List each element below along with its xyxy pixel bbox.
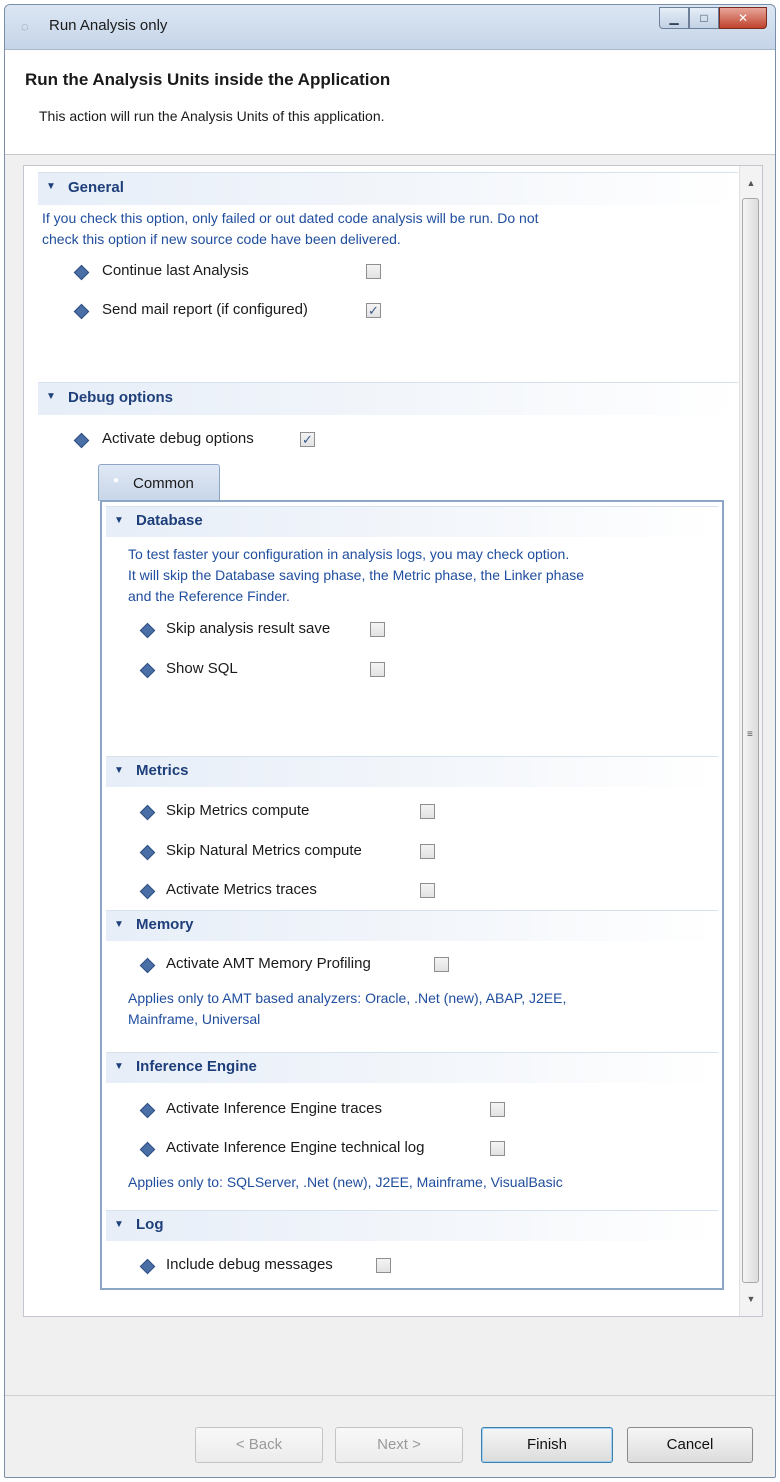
bullet-diamond-icon [73, 303, 90, 320]
option-activate-metrics-traces-label: Activate Metrics traces [166, 881, 317, 898]
section-inference-engine[interactable]: ▼ Inference Engine [106, 1052, 718, 1083]
tab-common[interactable]: ● Common [98, 464, 220, 501]
inference-note: Applies only to: SQLServer, .Net (new), … [128, 1174, 563, 1190]
skip-analysis-result-save-checkbox[interactable] [370, 622, 385, 637]
bullet-diamond-icon [139, 804, 156, 821]
collapse-triangle-icon[interactable]: ▼ [46, 181, 56, 192]
activate-amt-memory-profiling-checkbox[interactable] [434, 957, 449, 972]
memory-note-line: Mainframe, Universal [128, 1011, 261, 1027]
finish-button[interactable]: Finish [481, 1427, 613, 1463]
activate-metrics-traces-checkbox[interactable] [420, 883, 435, 898]
option-show-sql-label: Show SQL [166, 660, 238, 677]
collapse-triangle-icon[interactable]: ▼ [114, 515, 124, 526]
back-button[interactable]: < Back [195, 1427, 323, 1463]
memory-note: Applies only to AMT based analyzers: Ora… [128, 988, 566, 1030]
section-log[interactable]: ▼ Log [106, 1210, 718, 1241]
app-icon: ◌ [21, 19, 29, 34]
footer-divider [5, 1395, 775, 1396]
general-description: If you check this option, only failed or… [42, 208, 539, 250]
bullet-diamond-icon [139, 662, 156, 679]
option-skip-natural-metrics-compute-label: Skip Natural Metrics compute [166, 842, 362, 859]
window-controls: ▁ □ ✕ [659, 7, 767, 29]
dialog-window: ◌ Run Analysis only ▁ □ ✕ Run the Analys… [4, 4, 776, 1478]
section-debug-options[interactable]: ▼ Debug options [38, 382, 738, 415]
activate-inference-engine-technical-log-checkbox[interactable] [490, 1141, 505, 1156]
tab-dot-icon: ● [113, 475, 120, 486]
option-activate-inference-engine-traces-label: Activate Inference Engine traces [166, 1100, 382, 1117]
option-send-mail-report-label: Send mail report (if configured) [102, 301, 308, 318]
maximize-button[interactable]: □ [689, 7, 719, 29]
general-description-line: If you check this option, only failed or… [42, 210, 539, 226]
next-button[interactable]: Next > [335, 1427, 463, 1463]
scroll-grip-icon: ≡ [747, 729, 753, 740]
continue-last-analysis-checkbox[interactable] [366, 264, 381, 279]
scroll-thumb[interactable]: ≡ [742, 198, 759, 1283]
database-description-line: It will skip the Database saving phase, … [128, 567, 585, 583]
option-skip-analysis-result-save-label: Skip analysis result save [166, 620, 331, 637]
send-mail-report-checkbox[interactable]: ✓ [366, 303, 381, 318]
skip-natural-metrics-compute-checkbox[interactable] [420, 844, 435, 859]
vertical-scrollbar[interactable]: ▲ ≡ ▼ [739, 166, 762, 1316]
tab-panel-common: ▼ Database To test faster your configura… [100, 500, 724, 1290]
database-description-line: and the Reference Finder. [128, 588, 290, 604]
page-description: This action will run the Analysis Units … [39, 108, 385, 124]
section-general-label: General [68, 179, 124, 196]
cancel-button[interactable]: Cancel [627, 1427, 753, 1463]
section-metrics[interactable]: ▼ Metrics [106, 756, 718, 787]
close-button[interactable]: ✕ [719, 7, 767, 29]
scroll-up-arrow-icon[interactable]: ▲ [740, 172, 762, 194]
database-description-line: To test faster your configuration in ana… [128, 546, 570, 562]
bullet-diamond-icon [139, 844, 156, 861]
section-log-label: Log [136, 1216, 164, 1233]
options-panel: ▼ General If you check this option, only… [23, 165, 763, 1317]
tab-common-label: Common [133, 475, 194, 492]
section-memory[interactable]: ▼ Memory [106, 910, 718, 941]
option-skip-metrics-compute-label: Skip Metrics compute [166, 802, 310, 819]
skip-metrics-compute-checkbox[interactable] [420, 804, 435, 819]
bullet-diamond-icon [73, 432, 90, 449]
scroll-down-arrow-icon[interactable]: ▼ [740, 1288, 762, 1310]
bullet-diamond-icon [139, 883, 156, 900]
section-database-label: Database [136, 512, 203, 529]
option-activate-debug-label: Activate debug options [102, 430, 254, 447]
collapse-triangle-icon[interactable]: ▼ [114, 1061, 124, 1072]
bullet-diamond-icon [139, 1141, 156, 1158]
option-activate-amt-memory-profiling-label: Activate AMT Memory Profiling [166, 955, 371, 972]
bullet-diamond-icon [139, 622, 156, 639]
general-description-line: check this option if new source code hav… [42, 231, 401, 247]
section-metrics-label: Metrics [136, 762, 189, 779]
collapse-triangle-icon[interactable]: ▼ [46, 391, 56, 402]
show-sql-checkbox[interactable] [370, 662, 385, 677]
section-general[interactable]: ▼ General [38, 172, 738, 205]
section-inference-engine-label: Inference Engine [136, 1058, 257, 1075]
title-bar[interactable]: ◌ Run Analysis only ▁ □ ✕ [5, 5, 775, 50]
wizard-header: Run the Analysis Units inside the Applic… [5, 50, 775, 155]
section-database[interactable]: ▼ Database [106, 506, 718, 537]
section-debug-options-label: Debug options [68, 389, 173, 406]
window-title: Run Analysis only [49, 17, 168, 34]
activate-inference-engine-traces-checkbox[interactable] [490, 1102, 505, 1117]
collapse-triangle-icon[interactable]: ▼ [114, 1219, 124, 1230]
activate-debug-options-checkbox[interactable]: ✓ [300, 432, 315, 447]
collapse-triangle-icon[interactable]: ▼ [114, 765, 124, 776]
bullet-diamond-icon [139, 1102, 156, 1119]
bullet-diamond-icon [139, 1258, 156, 1275]
minimize-button[interactable]: ▁ [659, 7, 689, 29]
option-include-debug-messages-label: Include debug messages [166, 1256, 333, 1273]
option-activate-inference-engine-technical-log-label: Activate Inference Engine technical log [166, 1139, 425, 1156]
include-debug-messages-checkbox[interactable] [376, 1258, 391, 1273]
database-description: To test faster your configuration in ana… [128, 544, 584, 607]
section-memory-label: Memory [136, 916, 194, 933]
option-continue-last-analysis-label: Continue last Analysis [102, 262, 249, 279]
memory-note-line: Applies only to AMT based analyzers: Ora… [128, 990, 567, 1006]
page-title: Run the Analysis Units inside the Applic… [25, 70, 391, 89]
bullet-diamond-icon [139, 957, 156, 974]
bullet-diamond-icon [73, 264, 90, 281]
collapse-triangle-icon[interactable]: ▼ [114, 919, 124, 930]
